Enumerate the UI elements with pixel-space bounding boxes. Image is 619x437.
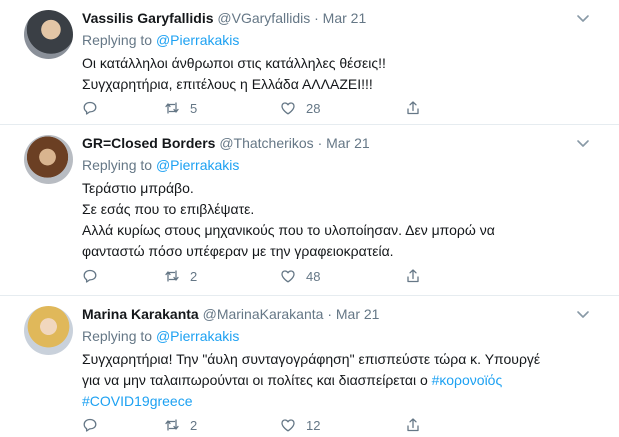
tweet-date[interactable]: Mar 21: [336, 306, 380, 322]
heart-icon: [281, 102, 295, 115]
reply-icon: [83, 101, 97, 115]
replying-mention-link[interactable]: @Pierrakakis: [156, 32, 239, 48]
reply-button[interactable]: [82, 266, 108, 286]
retweet-count: 2: [190, 417, 198, 433]
author-name[interactable]: Marina Karakanta: [82, 306, 199, 322]
chevron-down-icon[interactable]: [575, 306, 591, 322]
tweet-actions: 2 48: [82, 266, 442, 286]
separator-dot: ·: [327, 306, 332, 322]
tweet-text-line: Οι κατάλληλοι άνθρωποι στις κατάλληλες θ…: [82, 55, 386, 71]
tweet-content: Marina Karakanta @MarinaKarakanta · Mar …: [82, 305, 589, 412]
share-button[interactable]: [405, 98, 421, 118]
retweet-icon: [165, 419, 179, 431]
replying-label: Replying to: [82, 328, 153, 344]
tweet[interactable]: Vassilis Garyfallidis @VGaryfallidis · M…: [0, 0, 619, 125]
tweet-header: Vassilis Garyfallidis @VGaryfallidis · M…: [82, 9, 589, 28]
tweet-text-line: φανταστώ πόσο υπέφεραν με την γραφειοκρα…: [82, 243, 394, 259]
tweet-content: GR=Closed Borders @Thatcherikos · Mar 21…: [82, 134, 589, 262]
tweet-text: Συγχαρητήρια! Την "άυλη συνταγογράφηση" …: [82, 349, 589, 412]
avatar[interactable]: [24, 10, 73, 59]
like-button[interactable]: 28: [280, 98, 320, 118]
tweet-content: Vassilis Garyfallidis @VGaryfallidis · M…: [82, 9, 589, 95]
author-name[interactable]: GR=Closed Borders: [82, 135, 215, 151]
replying-label: Replying to: [82, 157, 153, 173]
author-name[interactable]: Vassilis Garyfallidis: [82, 10, 214, 26]
share-icon: [407, 269, 419, 283]
tweet-text-line: Συγχαρητήρια, επιτέλους η Ελλάδα ΑΛΛΑΖΕΙ…: [82, 76, 373, 92]
hashtag-link[interactable]: #κορονοϊός: [432, 372, 503, 388]
tweet-feed: Vassilis Garyfallidis @VGaryfallidis · M…: [0, 0, 619, 437]
tweet[interactable]: Marina Karakanta @MarinaKarakanta · Mar …: [0, 296, 619, 437]
replying-label: Replying to: [82, 32, 153, 48]
reply-icon: [83, 269, 97, 283]
like-count: 12: [306, 417, 321, 433]
replying-to: Replying to @Pierrakakis: [82, 156, 589, 175]
chevron-down-icon[interactable]: [575, 135, 591, 151]
tweet-text-line: Αλλά κυρίως στους μηχανικούς που το υλοπ…: [82, 222, 495, 238]
like-button[interactable]: 48: [280, 266, 320, 286]
tweet-date[interactable]: Mar 21: [323, 10, 367, 26]
share-icon: [407, 101, 419, 115]
retweet-button[interactable]: 2: [164, 266, 197, 286]
avatar[interactable]: [24, 135, 73, 184]
like-count: 48: [306, 268, 321, 284]
retweet-count: 5: [190, 100, 198, 116]
like-count: 28: [306, 100, 321, 116]
replying-mention-link[interactable]: @Pierrakakis: [156, 328, 239, 344]
retweet-button[interactable]: 5: [164, 98, 197, 118]
avatar[interactable]: [24, 306, 73, 355]
like-button[interactable]: 12: [280, 415, 320, 435]
tweet-date[interactable]: Mar 21: [326, 135, 370, 151]
tweet-text: Τεράστιο μπράβο. Σε εσάς που το επιβλέψα…: [82, 178, 589, 262]
tweet-text: Οι κατάλληλοι άνθρωποι στις κατάλληλες θ…: [82, 53, 589, 95]
tweet-header: Marina Karakanta @MarinaKarakanta · Mar …: [82, 305, 589, 324]
share-icon: [407, 418, 419, 432]
separator-dot: ·: [317, 135, 323, 151]
author-handle[interactable]: @MarinaKarakanta: [203, 306, 324, 322]
retweet-button[interactable]: 2: [164, 415, 197, 435]
tweet-text-line: για να μην ταλαιπωρούνται οι πολίτες και…: [82, 370, 589, 391]
reply-button[interactable]: [82, 415, 108, 435]
tweet-header: GR=Closed Borders @Thatcherikos · Mar 21: [82, 134, 589, 153]
tweet[interactable]: GR=Closed Borders @Thatcherikos · Mar 21…: [0, 125, 619, 296]
tweet-text-line: Συγχαρητήρια! Την "άυλη συνταγογράφηση" …: [82, 351, 541, 367]
tweet-text-line: Τεράστιο μπράβο.: [82, 180, 194, 196]
chevron-down-icon[interactable]: [575, 10, 591, 26]
retweet-icon: [165, 102, 179, 114]
share-button[interactable]: [405, 415, 421, 435]
heart-icon: [281, 270, 295, 283]
replying-to: Replying to @Pierrakakis: [82, 327, 589, 346]
author-handle[interactable]: @VGaryfallidis: [217, 10, 310, 26]
replying-to: Replying to @Pierrakakis: [82, 31, 589, 50]
reply-button[interactable]: [82, 98, 108, 118]
replying-mention-link[interactable]: @Pierrakakis: [156, 157, 239, 173]
tweet-actions: 2 12: [82, 415, 442, 435]
share-button[interactable]: [405, 266, 421, 286]
tweet-text-line: Σε εσάς που το επιβλέψατε.: [82, 201, 255, 217]
author-handle[interactable]: @Thatcherikos: [219, 135, 313, 151]
hashtag-link[interactable]: #COVID19greece: [82, 393, 193, 409]
separator-dot: ·: [314, 10, 319, 26]
reply-icon: [83, 418, 97, 432]
tweet-text-segment: για να μην ταλαιπωρούνται οι πολίτες και…: [82, 372, 432, 388]
retweet-count: 2: [190, 268, 198, 284]
tweet-text-line: #COVID19greece: [82, 391, 589, 412]
retweet-icon: [165, 270, 179, 282]
tweet-actions: 5 28: [82, 98, 442, 118]
heart-icon: [281, 419, 295, 432]
